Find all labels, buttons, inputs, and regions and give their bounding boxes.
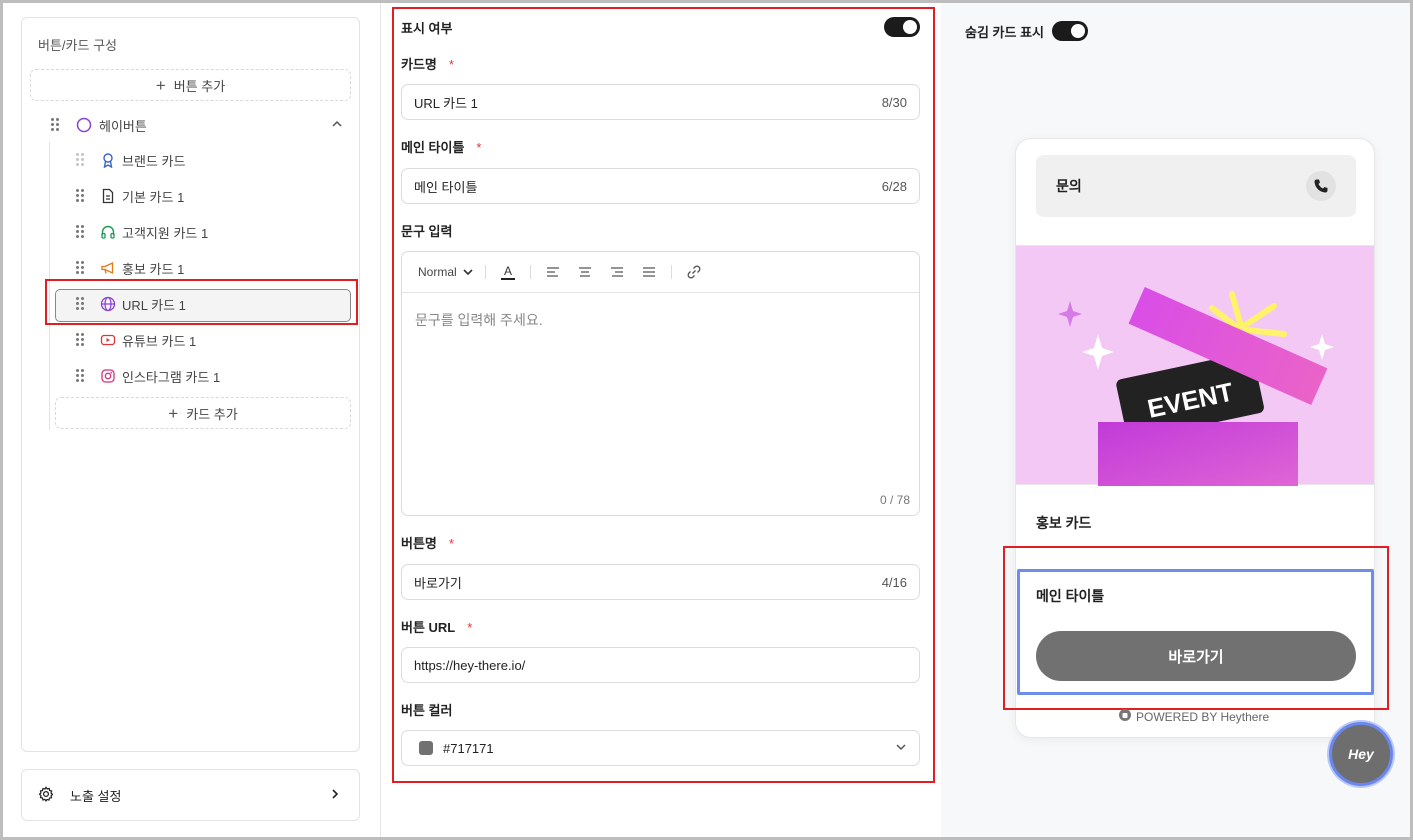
gear-icon bbox=[38, 786, 54, 805]
instagram-icon bbox=[99, 367, 117, 385]
inquiry-label: 문의 bbox=[1056, 178, 1082, 194]
heythere-logo-icon bbox=[1118, 708, 1132, 725]
tree-item-brand-card[interactable]: 브랜드 카드 bbox=[76, 146, 185, 174]
drag-handle-icon[interactable] bbox=[51, 118, 61, 132]
exposure-settings-button[interactable]: 노출 설정 bbox=[21, 769, 360, 821]
show-hidden-cards-label: 숨김 카드 표시 bbox=[965, 25, 1044, 40]
annotation-highlight-box bbox=[1003, 546, 1389, 710]
plus-icon: + bbox=[168, 403, 179, 423]
add-button-label: 버튼 추가 bbox=[173, 78, 226, 94]
phone-icon bbox=[1306, 171, 1336, 201]
group-label: 헤이버튼 bbox=[99, 118, 147, 134]
drag-handle-icon[interactable] bbox=[76, 153, 86, 167]
tree-item-support-card[interactable]: 고객지원 카드 1 bbox=[76, 218, 208, 246]
panel-title: 버튼/카드 구성 bbox=[38, 38, 117, 53]
drag-handle-icon[interactable] bbox=[76, 333, 86, 347]
add-button-button[interactable]: + 버튼 추가 bbox=[30, 69, 351, 101]
event-banner-image: EVENT bbox=[1016, 245, 1374, 488]
circle-icon bbox=[75, 116, 93, 134]
tree-item-youtube-card[interactable]: 유튜브 카드 1 bbox=[76, 326, 196, 354]
hey-chat-button[interactable]: Hey bbox=[1329, 722, 1393, 786]
tree-item-label: 유튜브 카드 1 bbox=[122, 333, 197, 349]
tree-item-basic-card[interactable]: 기본 카드 1 bbox=[76, 182, 184, 210]
powered-by[interactable]: POWERED BY Heythere bbox=[1118, 708, 1269, 725]
tree-item-label: 고객지원 카드 1 bbox=[122, 225, 209, 241]
promo-card-title: 홍보 카드 bbox=[1036, 515, 1092, 531]
plus-icon: + bbox=[155, 75, 166, 95]
drag-handle-icon[interactable] bbox=[76, 189, 86, 203]
tree-item-label: 인스타그램 카드 1 bbox=[122, 369, 221, 385]
headphones-icon bbox=[99, 223, 117, 241]
chevron-up-icon[interactable] bbox=[331, 118, 343, 133]
tree-item-label: 기본 카드 1 bbox=[122, 189, 185, 205]
tree-item-instagram-card[interactable]: 인스타그램 카드 1 bbox=[76, 362, 220, 390]
drag-handle-icon[interactable] bbox=[76, 261, 86, 275]
document-icon bbox=[99, 187, 117, 205]
tree-item-label: 브랜드 카드 bbox=[122, 153, 186, 169]
drag-handle-icon[interactable] bbox=[76, 225, 86, 239]
exposure-settings-label: 노출 설정 bbox=[70, 788, 122, 804]
award-icon bbox=[99, 151, 117, 169]
add-card-button[interactable]: + 카드 추가 bbox=[55, 397, 351, 429]
chevron-right-icon bbox=[329, 788, 341, 803]
drag-handle-icon[interactable] bbox=[76, 369, 86, 383]
add-card-label: 카드 추가 bbox=[186, 406, 238, 422]
annotation-highlight-box bbox=[392, 7, 935, 783]
left-panel: 버튼/카드 구성 + 버튼 추가 헤이버튼 브랜드 카드 기본 카드 1 고객지… bbox=[0, 0, 381, 840]
powered-by-text: POWERED BY Heythere bbox=[1136, 709, 1270, 724]
tree-item-label: 홍보 카드 1 bbox=[122, 261, 185, 277]
annotation-highlight-box bbox=[45, 279, 358, 325]
inquiry-button[interactable]: 문의 bbox=[1036, 155, 1356, 217]
tree-item-promo-card[interactable]: 홍보 카드 1 bbox=[76, 254, 184, 282]
youtube-icon bbox=[99, 331, 117, 349]
tree-group-heybutton[interactable]: 헤이버튼 bbox=[51, 111, 347, 139]
show-hidden-cards-toggle[interactable] bbox=[1052, 21, 1088, 41]
megaphone-icon bbox=[99, 259, 117, 277]
